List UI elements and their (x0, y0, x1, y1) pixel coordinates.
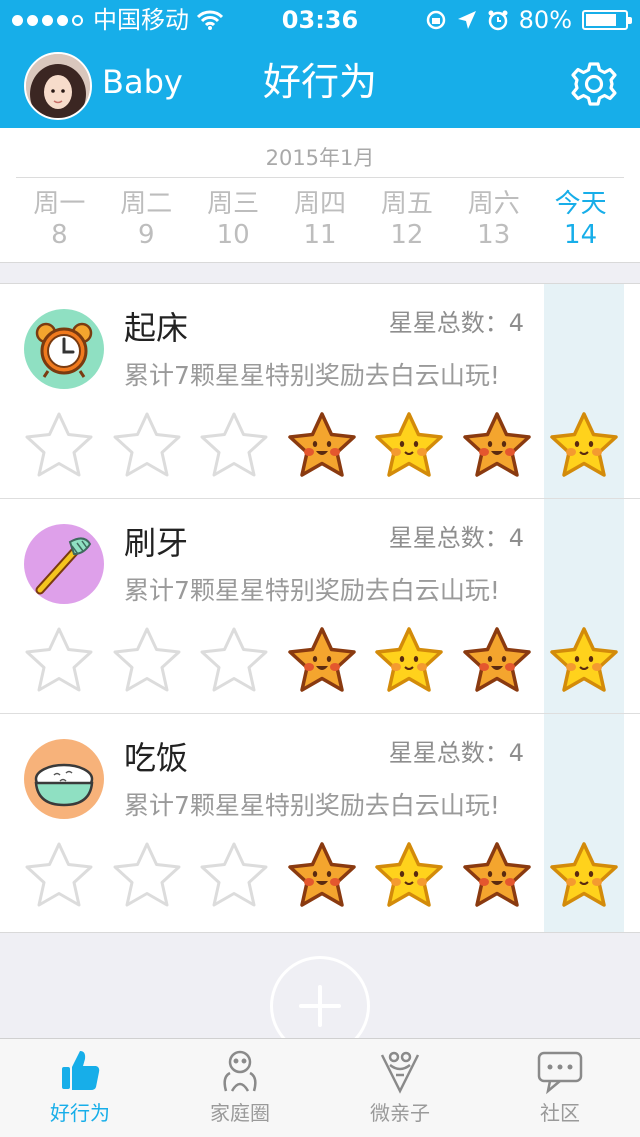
week-selector: 2015年1月 周一 8 周二 9 周三 10 周四 11 周五 12 周六 13 今天 14 (0, 128, 640, 263)
day-wednesday[interactable]: 周三 10 (190, 188, 277, 250)
location-icon (457, 11, 476, 29)
day-friday[interactable]: 周五 12 (363, 188, 450, 250)
alarm-icon (488, 10, 508, 31)
orange-star-icon[interactable] (460, 623, 534, 697)
orange-star-icon[interactable] (460, 408, 534, 482)
behavior-card[interactable]: 起床 星星总数：4 累计7颗星星特别奖励去白云山玩! (0, 284, 640, 499)
page-title: 好行为 (262, 60, 377, 104)
star-row (22, 408, 622, 482)
empty-star-icon[interactable] (197, 623, 271, 697)
empty-star-icon[interactable] (197, 838, 271, 912)
behavior-card[interactable]: 吃饭 星星总数：4 累计7颗星星特别奖励去白云山玩! (0, 714, 640, 932)
yellow-star-icon[interactable] (547, 408, 621, 482)
divider (16, 177, 624, 178)
tab-bar: 好行为 家庭圈 微亲子 社区 (0, 1038, 640, 1137)
yellow-star-icon[interactable] (547, 838, 621, 912)
rotation-lock-icon (426, 10, 445, 30)
day-saturday[interactable]: 周六 13 (450, 188, 537, 250)
yellow-star-icon[interactable] (372, 623, 446, 697)
behavior-list: 起床 星星总数：4 累计7颗星星特别奖励去白云山玩! 刷牙 星星总数：4 累计7… (0, 283, 640, 933)
yellow-star-icon[interactable] (547, 623, 621, 697)
star-count: 星星总数：4 (388, 309, 524, 337)
thumbs-up-icon (62, 1051, 100, 1090)
empty-star-icon[interactable] (22, 838, 96, 912)
top-bar: 中国移动 03:36 80% Baby 好行为 (0, 0, 640, 128)
chat-bubble-icon (537, 1051, 583, 1095)
battery-icon (582, 10, 632, 30)
yellow-star-icon[interactable] (372, 408, 446, 482)
star-count: 星星总数：4 (388, 739, 524, 767)
tab-family-circle[interactable]: 家庭圈 (160, 1039, 320, 1137)
star-row (22, 623, 622, 697)
empty-star-icon[interactable] (110, 408, 184, 482)
tab-parent-child[interactable]: 微亲子 (320, 1039, 480, 1137)
behavior-name: 起床 (124, 309, 189, 347)
family-circle-icon (223, 1050, 257, 1092)
nav-bar: Baby 好行为 (0, 40, 640, 128)
day-tuesday[interactable]: 周二 9 (103, 188, 190, 250)
reward-description: 累计7颗星星特别奖励去白云山玩! (124, 791, 500, 820)
behavior-name: 刷牙 (124, 524, 189, 562)
toothbrush-icon (24, 524, 104, 604)
month-label: 2015年1月 (265, 146, 375, 170)
empty-star-icon[interactable] (197, 408, 271, 482)
orange-star-icon[interactable] (460, 838, 534, 912)
tab-community[interactable]: 社区 (480, 1039, 640, 1137)
reward-description: 累计7颗星星特别奖励去白云山玩! (124, 576, 500, 605)
empty-star-icon[interactable] (110, 838, 184, 912)
parent-child-icon (380, 1051, 420, 1094)
day-today[interactable]: 今天 14 (537, 188, 624, 250)
orange-star-icon[interactable] (285, 408, 359, 482)
rice-bowl-icon (24, 739, 104, 819)
day-monday[interactable]: 周一 8 (16, 188, 103, 250)
empty-star-icon[interactable] (22, 623, 96, 697)
battery-percent: 80% (518, 6, 572, 34)
day-thursday[interactable]: 周四 11 (277, 188, 364, 250)
alarm-clock-icon (24, 309, 104, 389)
empty-star-icon[interactable] (22, 408, 96, 482)
behavior-name: 吃饭 (124, 739, 189, 777)
behavior-card[interactable]: 刷牙 星星总数：4 累计7颗星星特别奖励去白云山玩! (0, 499, 640, 714)
orange-star-icon[interactable] (285, 838, 359, 912)
status-bar: 中国移动 03:36 80% (0, 0, 640, 40)
star-count: 星星总数：4 (388, 524, 524, 552)
yellow-star-icon[interactable] (372, 838, 446, 912)
tab-good-behavior[interactable]: 好行为 (0, 1039, 160, 1137)
gear-icon[interactable] (570, 60, 618, 108)
empty-star-icon[interactable] (110, 623, 184, 697)
star-row (22, 838, 622, 912)
orange-star-icon[interactable] (285, 623, 359, 697)
reward-description: 累计7颗星星特别奖励去白云山玩! (124, 361, 500, 390)
